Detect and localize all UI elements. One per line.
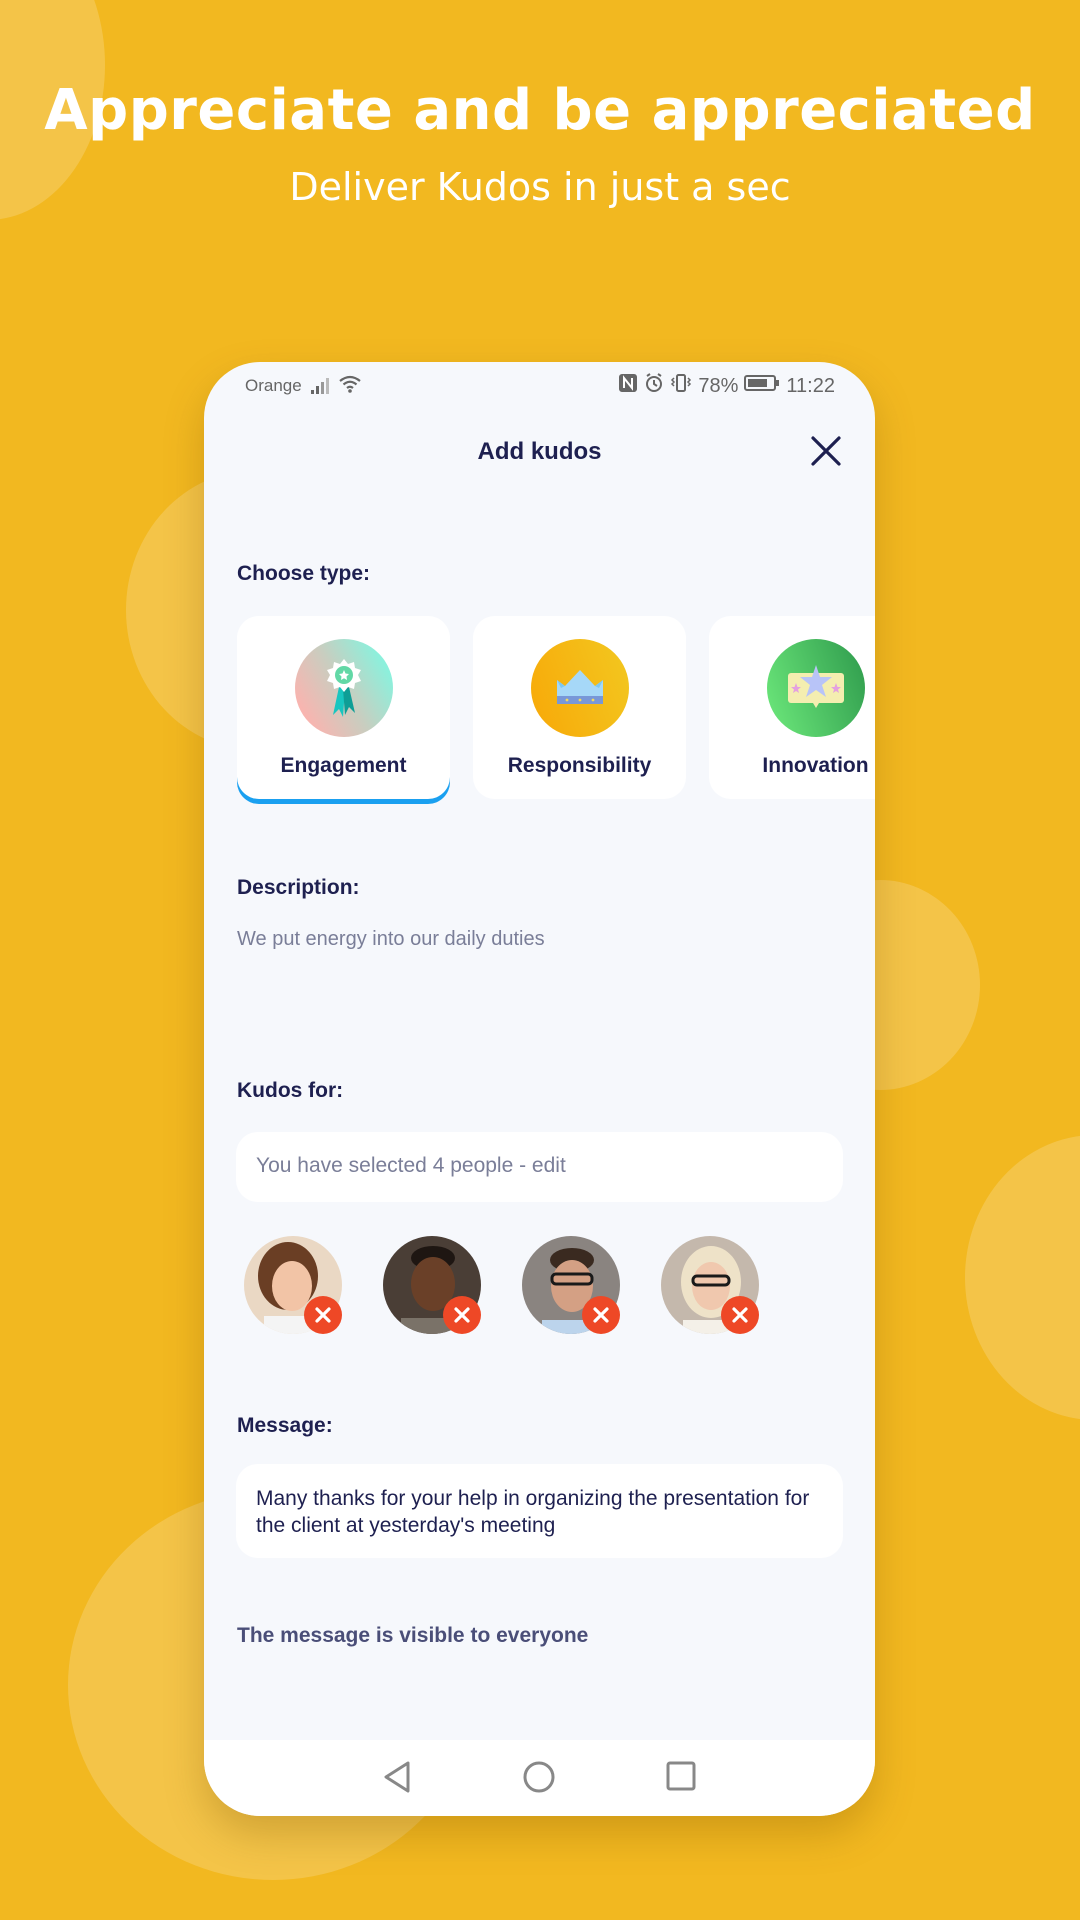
- message-text: Many thanks for your help in organizing …: [256, 1487, 810, 1537]
- description-text: We put energy into our daily duties: [237, 928, 545, 950]
- close-icon: [811, 436, 841, 466]
- type-selector: Engagement Responsibility Innovation: [237, 616, 875, 816]
- star-message-icon: [766, 639, 865, 737]
- person-chip: [661, 1236, 771, 1340]
- clock: 11:22: [786, 374, 835, 397]
- kudos-for-label: Kudos for:: [237, 1079, 344, 1102]
- person-chip: [522, 1236, 632, 1340]
- crown-icon: [530, 639, 629, 737]
- remove-person-button[interactable]: [304, 1296, 342, 1334]
- remove-person-button[interactable]: [443, 1296, 481, 1334]
- battery-percent: 78%: [698, 374, 739, 397]
- type-label: Engagement: [280, 754, 407, 777]
- home-icon: [523, 1761, 555, 1793]
- vibrate-icon: [670, 373, 692, 399]
- back-button[interactable]: [382, 1760, 412, 1799]
- type-card-engagement[interactable]: Engagement: [237, 616, 450, 799]
- phone-screen: Orange 78% 11:22 Add kudos Choose type: …: [204, 362, 875, 1816]
- type-label: Responsibility: [507, 754, 652, 777]
- wifi-icon: [338, 374, 362, 400]
- visibility-note: The message is visible to everyone: [237, 1624, 589, 1647]
- close-icon: [732, 1307, 748, 1323]
- nfc-icon: [618, 373, 638, 399]
- alarm-icon: [644, 373, 664, 399]
- person-chip: [383, 1236, 493, 1340]
- recents-icon: [666, 1761, 696, 1791]
- navigation-bar: [204, 1740, 875, 1816]
- rosette-icon: [294, 639, 393, 737]
- message-input[interactable]: Many thanks for your help in organizing …: [236, 1464, 843, 1558]
- remove-person-button[interactable]: [721, 1296, 759, 1334]
- type-card-innovation[interactable]: Innovation: [709, 616, 875, 799]
- back-icon: [384, 1761, 410, 1793]
- battery-icon: [744, 374, 780, 398]
- decorative-bubble: [965, 1135, 1080, 1420]
- message-label: Message:: [237, 1414, 333, 1437]
- selected-people-text: You have selected 4 people - edit: [256, 1154, 566, 1177]
- signal-icon: [311, 376, 333, 400]
- hero-subtitle: Deliver Kudos in just a sec: [289, 165, 791, 209]
- remove-person-button[interactable]: [582, 1296, 620, 1334]
- type-section-label: Choose type:: [237, 562, 371, 585]
- close-button[interactable]: [809, 434, 843, 468]
- page-title: Add kudos: [477, 438, 602, 465]
- close-icon: [315, 1307, 331, 1323]
- type-label: Innovation: [762, 754, 869, 777]
- selected-people-field[interactable]: You have selected 4 people - edit: [236, 1132, 843, 1202]
- description-label: Description:: [237, 876, 360, 899]
- person-chip: [244, 1236, 354, 1340]
- carrier-name: Orange: [245, 376, 302, 395]
- type-card-responsibility[interactable]: Responsibility: [473, 616, 686, 799]
- home-button[interactable]: [522, 1760, 556, 1799]
- hero-title: Appreciate and be appreciated: [44, 78, 1036, 143]
- recents-button[interactable]: [666, 1760, 696, 1797]
- close-icon: [593, 1307, 609, 1323]
- close-icon: [454, 1307, 470, 1323]
- status-bar: Orange 78% 11:22: [204, 362, 875, 408]
